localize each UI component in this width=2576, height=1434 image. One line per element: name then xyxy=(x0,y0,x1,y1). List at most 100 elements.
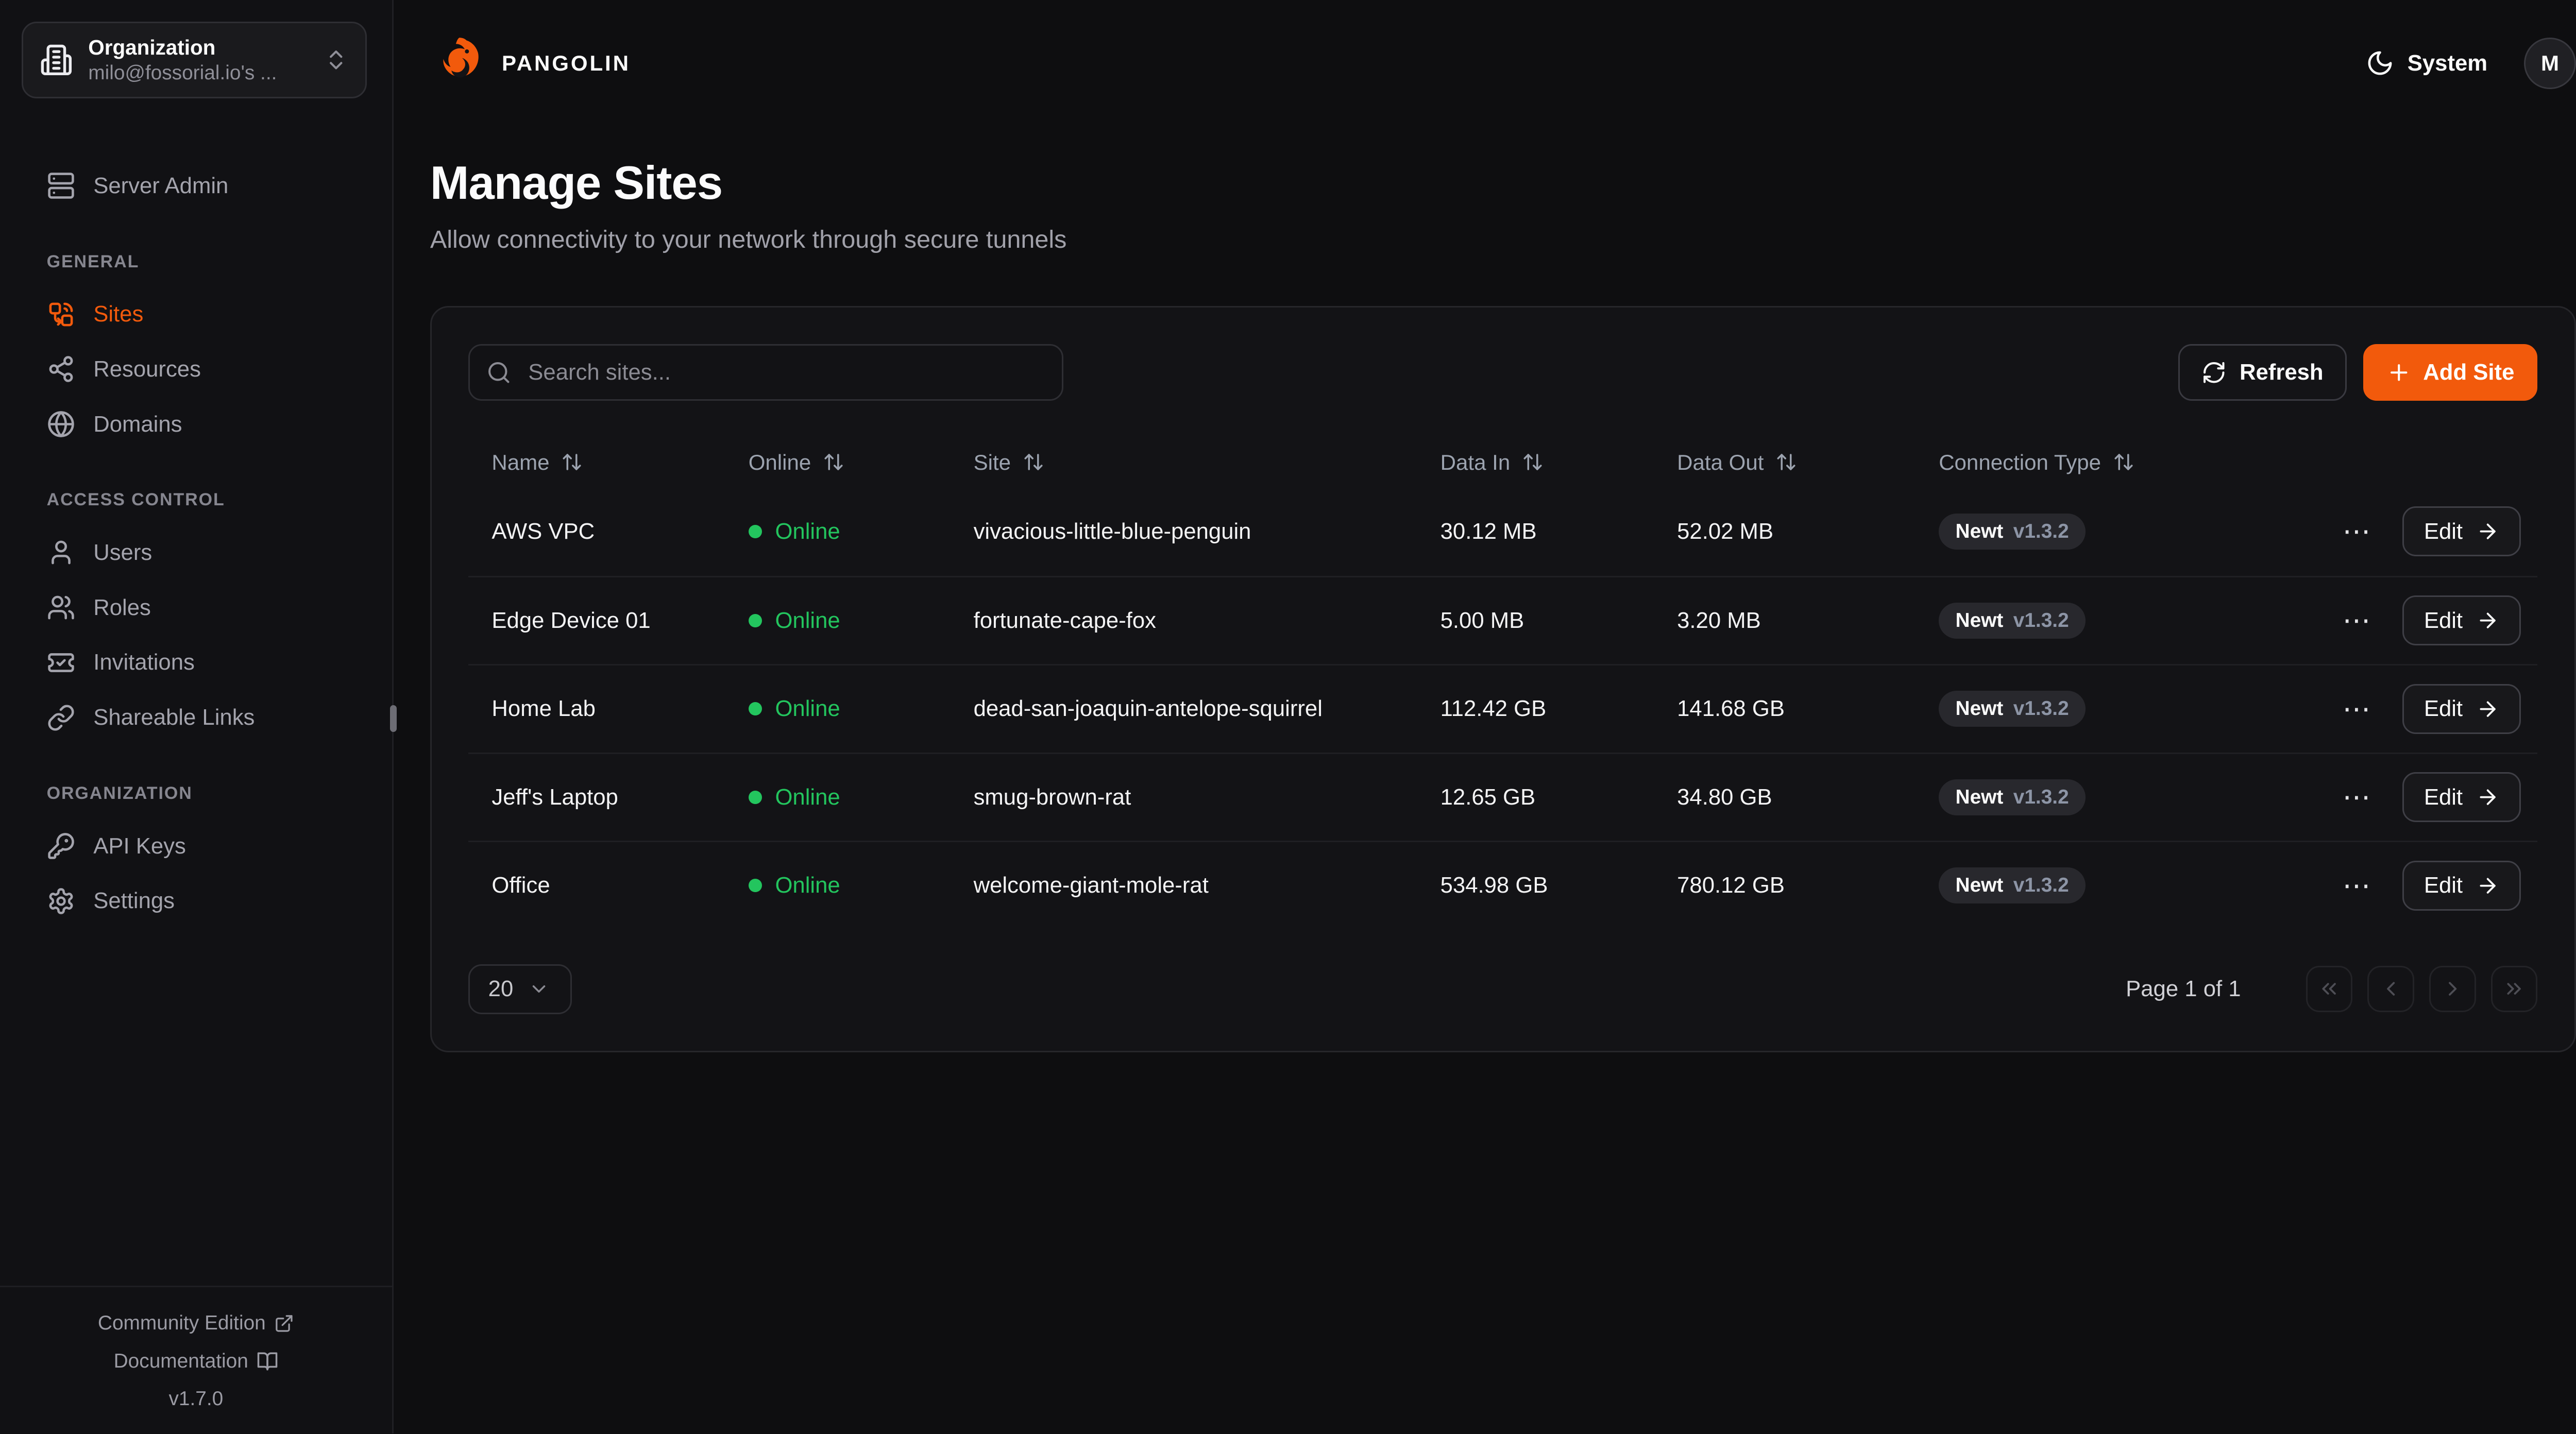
connection-type-cell: Newt v1.3.2 xyxy=(1939,514,2327,550)
waypoints-icon xyxy=(47,355,75,383)
chevron-right-icon xyxy=(2441,977,2464,1000)
site-slug-cell: welcome-giant-mole-rat xyxy=(974,873,1440,898)
sidebar-item-shareable-links[interactable]: Shareable Links xyxy=(23,695,368,740)
sidebar-item-domains[interactable]: Domains xyxy=(23,402,368,447)
site-slug-cell: smug-brown-rat xyxy=(974,784,1440,810)
add-site-label: Add Site xyxy=(2423,360,2514,385)
theme-selector[interactable]: System xyxy=(2366,49,2487,77)
sidebar-item-label: Resources xyxy=(93,356,201,382)
column-header-name[interactable]: Name xyxy=(492,450,748,475)
data-out-cell: 141.68 GB xyxy=(1677,696,1939,722)
site-status-cell: Online xyxy=(749,608,974,634)
sidebar-item-label: Sites xyxy=(93,301,143,327)
add-site-button[interactable]: Add Site xyxy=(2363,344,2537,401)
column-header-connection-type[interactable]: Connection Type xyxy=(1939,450,2327,475)
edit-label: Edit xyxy=(2424,608,2463,634)
sites-table-card: Refresh Add Site Name Online xyxy=(430,306,2576,1052)
search-box[interactable] xyxy=(468,344,1063,401)
sidebar-item-sites[interactable]: Sites xyxy=(23,292,368,336)
organization-picker[interactable]: Organization milo@fossorial.io's ... xyxy=(22,22,367,98)
connection-type-cell: Newt v1.3.2 xyxy=(1939,867,2327,903)
sidebar-item-settings[interactable]: Settings xyxy=(23,879,368,924)
table-body: AWS VPC Online vivacious-little-blue-pen… xyxy=(468,487,2537,929)
sidebar-item-label: Server Admin xyxy=(93,173,228,199)
sort-icon xyxy=(1522,451,1544,473)
row-actions-cell: ⋯ Edit xyxy=(2327,595,2521,645)
column-header-data-out[interactable]: Data Out xyxy=(1677,450,1939,475)
edit-button[interactable]: Edit xyxy=(2402,506,2521,556)
data-out-cell: 52.02 MB xyxy=(1677,519,1939,544)
gear-icon xyxy=(47,887,75,915)
row-actions-cell: ⋯ Edit xyxy=(2327,684,2521,734)
edit-label: Edit xyxy=(2424,784,2463,810)
connection-type-version: v1.3.2 xyxy=(2013,697,2069,720)
edit-button[interactable]: Edit xyxy=(2402,772,2521,822)
row-menu-button[interactable]: ⋯ xyxy=(2336,780,2379,815)
users-icon xyxy=(47,593,75,622)
column-header-site[interactable]: Site xyxy=(974,450,1440,475)
arrow-right-icon xyxy=(2476,609,2499,632)
sidebar-item-roles[interactable]: Roles xyxy=(23,585,368,630)
column-label: Name xyxy=(492,450,549,475)
external-link-icon xyxy=(274,1313,294,1334)
section-heading: ACCESS CONTROL xyxy=(23,490,368,510)
column-header-data-in[interactable]: Data In xyxy=(1440,450,1677,475)
site-status-cell: Online xyxy=(749,873,974,898)
book-open-icon xyxy=(257,1351,278,1372)
sidebar-item-api-keys[interactable]: API Keys xyxy=(23,824,368,868)
edit-button[interactable]: Edit xyxy=(2402,595,2521,645)
sidebar-item-invitations[interactable]: Invitations xyxy=(23,640,368,685)
data-out-cell: 34.80 GB xyxy=(1677,784,1939,810)
first-page-button[interactable] xyxy=(2306,966,2353,1013)
theme-label: System xyxy=(2408,50,2487,76)
sidebar-item-label: Users xyxy=(93,540,152,566)
online-status-dot xyxy=(749,525,762,538)
row-actions-cell: ⋯ Edit xyxy=(2327,506,2521,556)
sidebar-item-users[interactable]: Users xyxy=(23,530,368,575)
organization-subtitle: milo@fossorial.io's ... xyxy=(88,61,324,86)
edit-button[interactable]: Edit xyxy=(2402,684,2521,734)
main-area: PANGOLIN System M Manage Sites Allow con… xyxy=(394,0,2576,1433)
row-menu-button[interactable]: ⋯ xyxy=(2336,514,2379,549)
page-size-select[interactable]: 20 xyxy=(468,964,572,1014)
sidebar-resize-handle[interactable] xyxy=(390,705,397,732)
row-menu-button[interactable]: ⋯ xyxy=(2336,603,2379,638)
online-status-dot xyxy=(749,702,762,715)
connection-type-name: Newt xyxy=(1956,697,2004,720)
user-avatar[interactable]: M xyxy=(2524,38,2575,89)
previous-page-button[interactable] xyxy=(2367,966,2414,1013)
chevrons-up-down-icon xyxy=(324,47,349,73)
next-page-button[interactable] xyxy=(2429,966,2476,1013)
toolbar-actions: Refresh Add Site xyxy=(2178,344,2538,401)
online-status-label: Online xyxy=(775,519,840,544)
column-header-online[interactable]: Online xyxy=(749,450,974,475)
app-root: Organization milo@fossorial.io's ... Ser… xyxy=(0,0,2576,1433)
refresh-button[interactable]: Refresh xyxy=(2178,344,2347,401)
table-row: Edge Device 01 Online fortunate-cape-fox… xyxy=(468,576,2537,664)
sidebar-item-resources[interactable]: Resources xyxy=(23,347,368,391)
last-page-button[interactable] xyxy=(2491,966,2538,1013)
sidebar-item-label: Invitations xyxy=(93,650,195,675)
online-status-dot xyxy=(749,791,762,804)
documentation-label: Documentation xyxy=(114,1350,248,1373)
data-in-cell: 12.65 GB xyxy=(1440,784,1677,810)
online-status-label: Online xyxy=(775,696,840,722)
edit-label: Edit xyxy=(2424,696,2463,722)
documentation-link[interactable]: Documentation xyxy=(114,1350,278,1373)
site-status-cell: Online xyxy=(749,696,974,722)
row-menu-button[interactable]: ⋯ xyxy=(2336,691,2379,726)
row-menu-button[interactable]: ⋯ xyxy=(2336,868,2379,903)
page-header: Manage Sites Allow connectivity to your … xyxy=(430,157,2576,254)
organization-title: Organization xyxy=(88,35,324,61)
sidebar-section-organization: ORGANIZATION API Keys Settings xyxy=(23,783,368,924)
sidebar-item-server-admin[interactable]: Server Admin xyxy=(23,163,368,208)
data-in-cell: 112.42 GB xyxy=(1440,696,1677,722)
arrow-right-icon xyxy=(2476,786,2499,809)
community-edition-label: Community Edition xyxy=(98,1312,266,1335)
edit-button[interactable]: Edit xyxy=(2402,861,2521,911)
page-title: Manage Sites xyxy=(430,157,2576,210)
link-icon xyxy=(47,704,75,732)
community-edition-link[interactable]: Community Edition xyxy=(98,1312,294,1335)
connection-type-name: Newt xyxy=(1956,786,2004,809)
search-input[interactable] xyxy=(525,358,1045,387)
